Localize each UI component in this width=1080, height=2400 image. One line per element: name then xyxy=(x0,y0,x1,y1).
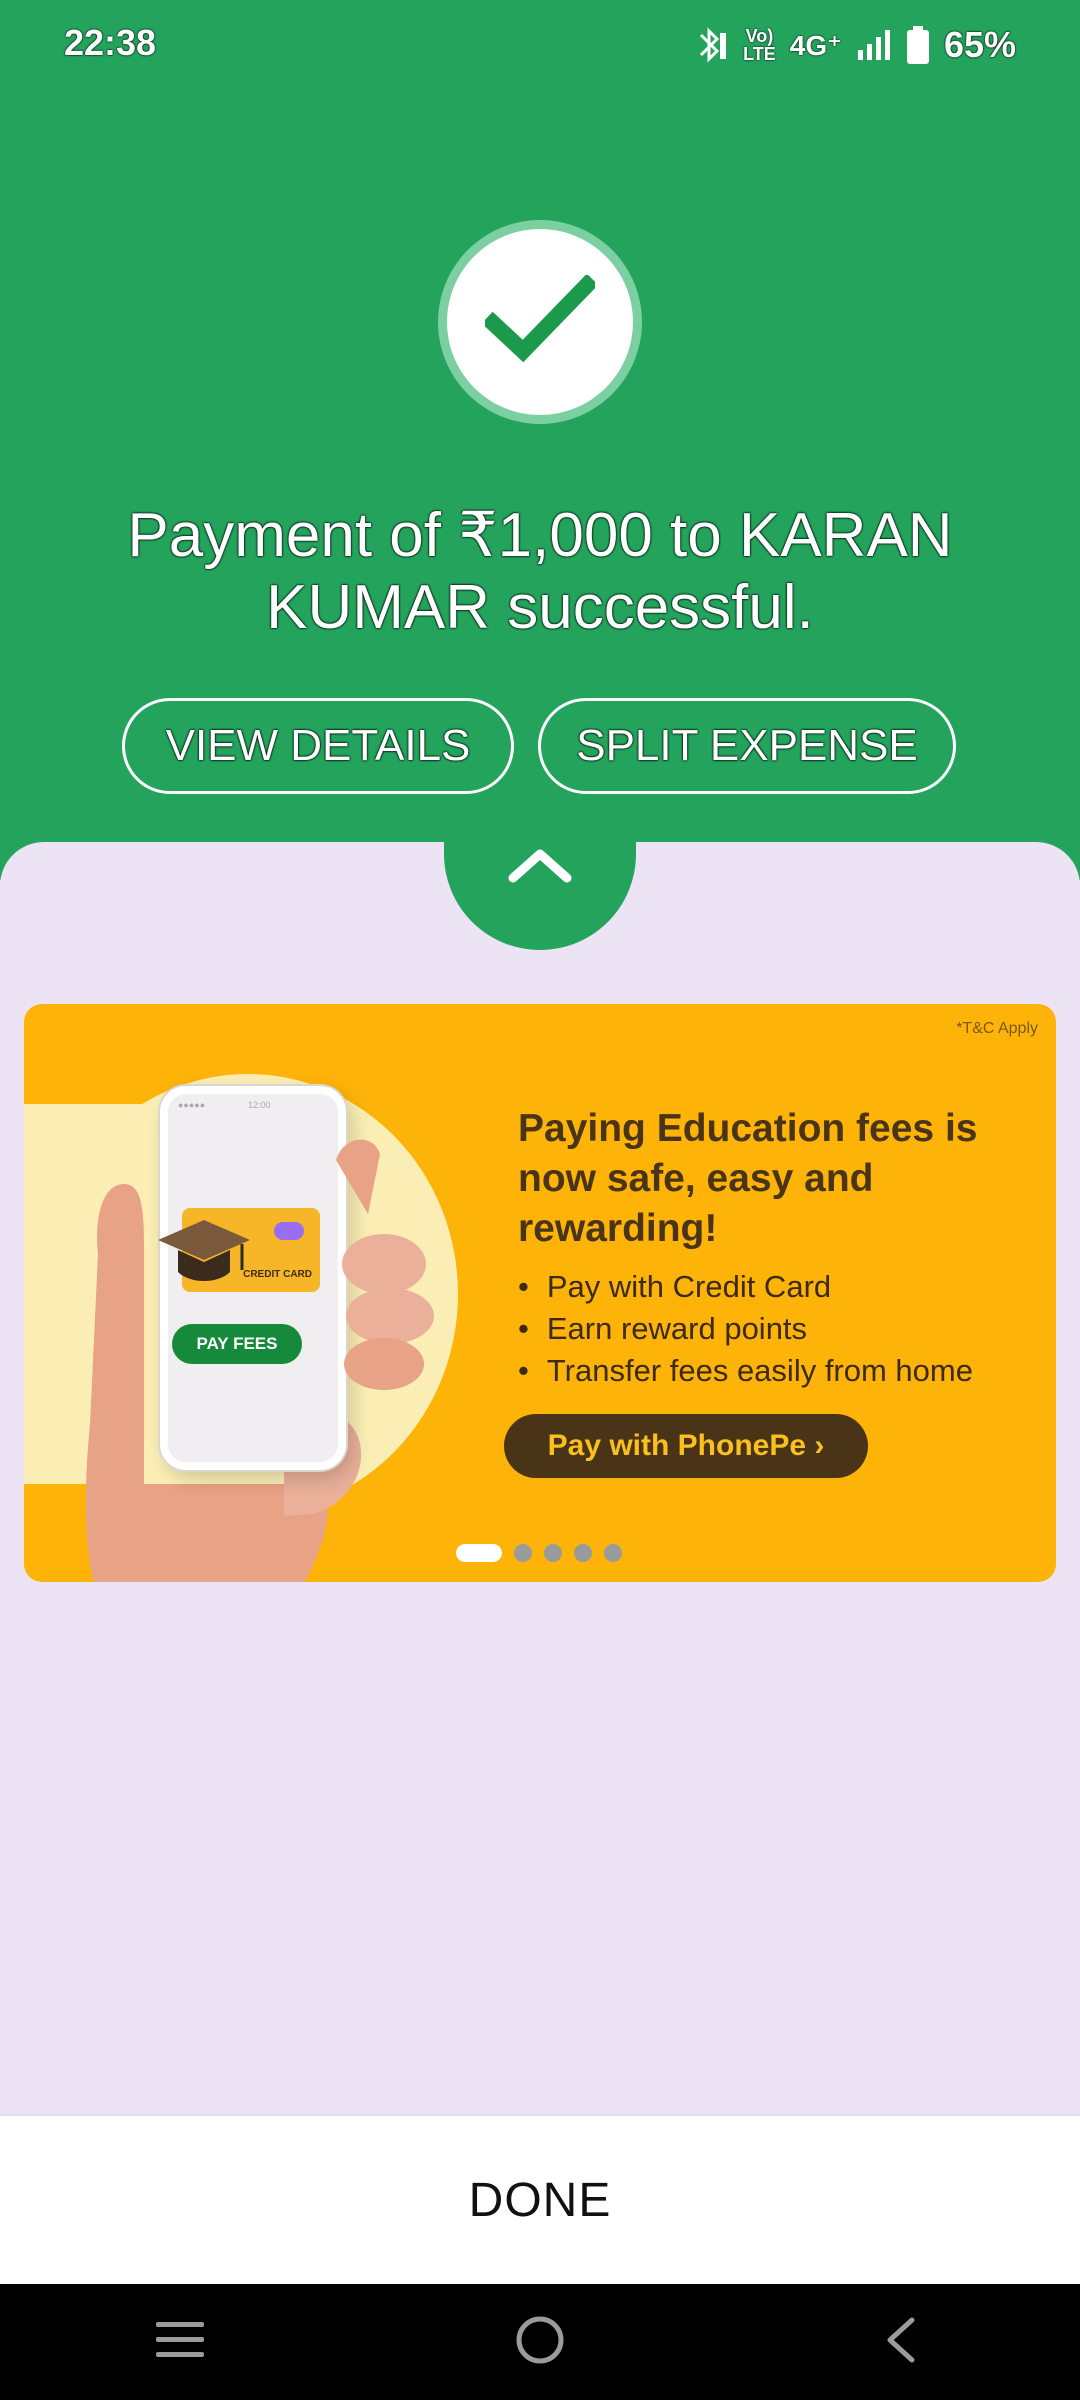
signal-icon xyxy=(856,28,892,62)
banner-bullet: Earn reward points xyxy=(518,1308,973,1350)
graduation-cap-icon xyxy=(154,1206,254,1301)
tnc-note: *T&C Apply xyxy=(956,1020,1038,1037)
back-icon xyxy=(880,2314,920,2371)
chevron-up-icon xyxy=(505,844,575,950)
carousel-dot[interactable] xyxy=(456,1544,502,1562)
carousel-dot[interactable] xyxy=(574,1544,592,1562)
recents-button[interactable] xyxy=(120,2297,240,2387)
done-button[interactable]: DONE xyxy=(0,2114,1080,2284)
banner-bullets: Pay with Credit Card Earn reward points … xyxy=(518,1266,973,1392)
status-icons: Vo) LTE 4G⁺ 65% xyxy=(695,20,1016,70)
checkmark-icon xyxy=(481,273,599,370)
success-badge xyxy=(438,220,642,424)
banner-bullet: Transfer fees easily from home xyxy=(518,1350,973,1392)
system-nav-bar xyxy=(0,2284,1080,2400)
carousel-dot[interactable] xyxy=(544,1544,562,1562)
home-icon xyxy=(514,2314,566,2371)
payment-success-message: Payment of ₹1,000 to KARAN KUMAR success… xyxy=(127,501,953,642)
menu-icon xyxy=(154,2318,206,2367)
banner-title: Paying Education fees is now safe, easy … xyxy=(518,1107,978,1250)
bluetooth-icon xyxy=(695,25,729,65)
volte-icon: Vo) LTE xyxy=(743,26,776,64)
status-time: 22:38 xyxy=(64,22,157,63)
network-type: 4G⁺ xyxy=(789,29,842,61)
carousel-dot[interactable] xyxy=(604,1544,622,1562)
phone-illustration: ●●●●● 12:00 CREDIT CARD PAY FEES xyxy=(158,1086,346,1470)
education-fees-banner[interactable]: *T&C Apply ●●●●● 12:00 CREDIT CARD PAY F… xyxy=(24,1004,1056,1582)
banner-bullet: Pay with Credit Card xyxy=(518,1266,973,1308)
back-button[interactable] xyxy=(840,2297,960,2387)
done-label: DONE xyxy=(468,2173,612,2227)
pay-fees-illustration: PAY FEES xyxy=(172,1324,302,1364)
carousel-indicator xyxy=(456,1544,622,1562)
carousel-dot[interactable] xyxy=(514,1544,532,1562)
view-details-button[interactable]: VIEW DETAILS xyxy=(122,698,514,794)
status-bar: 22:38 Vo) LTE 4G⁺ 65% xyxy=(0,0,1080,90)
battery-icon xyxy=(906,25,930,65)
split-expense-button[interactable]: SPLIT EXPENSE xyxy=(538,698,956,794)
home-button[interactable] xyxy=(480,2297,600,2387)
battery-percent: 65% xyxy=(943,24,1016,65)
pay-with-phonepe-button[interactable]: Pay with PhonePe › xyxy=(504,1414,868,1478)
thumb-illustration xyxy=(336,1139,434,1390)
